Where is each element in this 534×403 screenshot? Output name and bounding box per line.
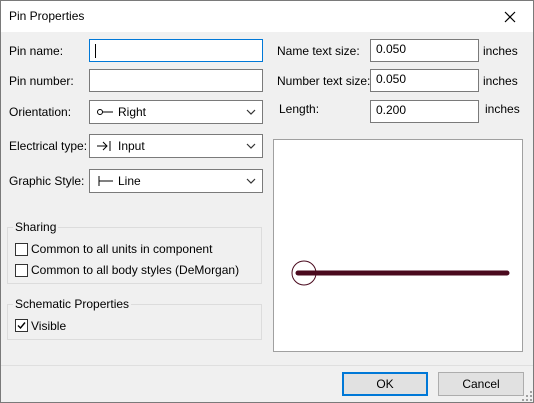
chevron-down-icon <box>246 109 256 115</box>
number-text-size-input[interactable]: 0.050 <box>370 69 479 92</box>
visible-label: Visible <box>31 319 67 333</box>
number-text-size-unit: inches <box>483 74 518 88</box>
number-text-size-value: 0.050 <box>376 72 407 86</box>
footer-separator <box>1 365 533 366</box>
ok-button[interactable]: OK <box>342 372 428 396</box>
common-units-label: Common to all units in component <box>31 242 213 256</box>
electrical-type-value: Input <box>118 139 145 153</box>
pin-number-label: Pin number: <box>9 74 74 88</box>
electrical-type-select[interactable]: Input <box>89 134 263 158</box>
close-icon <box>504 11 516 22</box>
pin-right-icon <box>97 109 113 115</box>
pin-preview-panel <box>273 139 523 352</box>
orientation-value: Right <box>118 105 147 119</box>
orientation-label: Orientation: <box>9 105 72 119</box>
chevron-down-icon <box>246 143 256 149</box>
graphic-style-value: Line <box>118 174 141 188</box>
graphic-style-select[interactable]: Line <box>89 169 263 193</box>
name-text-size-unit: inches <box>483 44 518 58</box>
common-body-styles-checkbox[interactable] <box>15 264 28 277</box>
schematic-properties-title: Schematic Properties <box>13 297 132 311</box>
name-text-size-label: Name text size: <box>277 44 360 58</box>
number-text-size-label: Number text size: <box>277 74 371 88</box>
visible-checkbox[interactable] <box>15 319 28 332</box>
name-text-size-value: 0.050 <box>376 42 407 56</box>
input-arrow-icon <box>97 141 111 151</box>
pin-number-input[interactable] <box>89 69 263 92</box>
close-button[interactable] <box>487 1 533 32</box>
length-label: Length: <box>279 102 320 116</box>
length-unit: inches <box>485 102 520 116</box>
pin-properties-dialog: Pin Properties Pin name: Pin number: Ori… <box>0 0 534 403</box>
text-caret <box>95 44 96 58</box>
common-body-styles-label: Common to all body styles (DeMorgan) <box>31 263 240 277</box>
name-text-size-input[interactable]: 0.050 <box>370 39 479 62</box>
sharing-group-title: Sharing <box>13 220 59 234</box>
length-value: 0.200 <box>376 103 407 117</box>
length-input[interactable]: 0.200 <box>370 100 479 123</box>
title-bar: Pin Properties <box>1 1 533 32</box>
pin-name-label: Pin name: <box>9 44 64 58</box>
pin-name-input[interactable] <box>89 39 263 62</box>
checkmark-icon <box>17 322 26 330</box>
dialog-title: Pin Properties <box>9 9 85 23</box>
electrical-type-label: Electrical type: <box>9 139 88 153</box>
line-style-icon <box>98 176 113 186</box>
resize-grip-icon[interactable] <box>521 390 533 402</box>
cancel-button[interactable]: Cancel <box>438 372 524 396</box>
pin-preview-canvas <box>291 260 510 286</box>
graphic-style-label: Graphic Style: <box>9 174 85 188</box>
chevron-down-icon <box>246 178 256 184</box>
common-units-checkbox[interactable] <box>15 243 28 256</box>
orientation-select[interactable]: Right <box>89 100 263 124</box>
